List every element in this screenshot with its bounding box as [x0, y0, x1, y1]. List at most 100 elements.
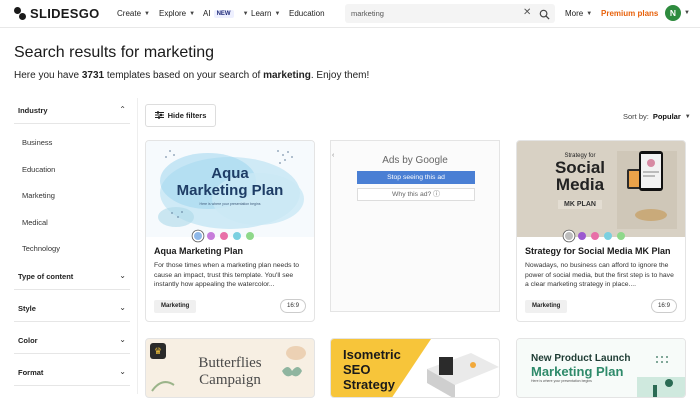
template-card-butterflies-campaign[interactable]: ♛ Butterflies Campaign	[145, 338, 315, 398]
nav-education[interactable]: Education	[289, 9, 325, 18]
search-input[interactable]	[351, 7, 511, 20]
swatch-pink[interactable]	[591, 232, 599, 240]
filter-color[interactable]: Color ⌄	[14, 328, 130, 354]
thumbnail-title-line1: New Product Launch	[531, 353, 631, 364]
filter-option-education[interactable]: Education	[22, 165, 55, 174]
search-bar: ✕	[345, 4, 555, 23]
why-this-ad-button[interactable]: Why this ad? ⓘ	[357, 188, 475, 201]
sort-value: Popular	[652, 112, 681, 121]
template-thumbnail[interactable]: Strategy for Social Media MK PLAN	[517, 141, 685, 237]
swatch-cyan[interactable]	[604, 232, 612, 240]
thumbnail-badge: MK PLAN	[558, 200, 602, 209]
thumbnail-title-line3: Strategy	[343, 377, 396, 392]
sort-label: Sort by:	[623, 112, 649, 121]
nav-label: More	[565, 9, 584, 18]
chevron-down-icon: ⌄	[119, 367, 126, 376]
nav-learn[interactable]: Learn ▼	[251, 9, 280, 18]
color-swatches	[194, 232, 254, 240]
filter-label: Format	[18, 368, 44, 377]
filter-option-business[interactable]: Business	[22, 138, 52, 147]
new-badge: NEW	[213, 9, 234, 18]
swatch-cyan[interactable]	[233, 232, 241, 240]
thumbnail-title-line2: Marketing Plan	[531, 364, 624, 379]
template-description: For those times when a marketing plan ne…	[154, 262, 300, 289]
chevron-down-icon: ⌄	[119, 303, 126, 312]
thumbnail-title-line2: Media	[555, 175, 605, 194]
swatch-pink[interactable]	[220, 232, 228, 240]
nav-label: Learn	[251, 9, 272, 18]
user-avatar[interactable]: N	[665, 5, 681, 21]
sort-dropdown[interactable]: Sort by: Popular ▼	[623, 112, 691, 121]
category-tag[interactable]: Marketing	[154, 300, 197, 313]
chevron-up-icon: ⌃	[119, 105, 126, 114]
hide-filters-button[interactable]: Hide filters	[145, 104, 216, 127]
nav-label: Explore	[159, 9, 187, 18]
filter-industry-header[interactable]: Industry ⌃	[14, 98, 130, 124]
slidesgo-logo-icon	[14, 6, 26, 21]
top-navigation-bar: SLIDESGO Create ▼ Explore ▼ AI NEW ▼ Lea…	[0, 0, 700, 28]
chevron-down-icon: ▼	[242, 10, 249, 17]
nav-explore[interactable]: Explore ▼	[159, 9, 195, 18]
ad-title: Ads by Google	[382, 155, 448, 166]
stop-seeing-ad-button[interactable]: Stop seeing this ad	[357, 171, 475, 184]
premium-plans-link[interactable]: Premium plans	[601, 9, 658, 18]
template-card-new-product-launch[interactable]: New Product Launch Marketing Plan Here i…	[516, 338, 686, 398]
swatch-gray[interactable]	[565, 232, 573, 240]
filter-option-marketing[interactable]: Marketing	[22, 191, 55, 200]
category-tag[interactable]: Marketing	[525, 300, 568, 313]
swatch-purple[interactable]	[578, 232, 586, 240]
swatch-green[interactable]	[617, 232, 625, 240]
thumbnail-title-line2: Marketing Plan	[176, 182, 284, 199]
slidesgo-logo[interactable]: SLIDESGO	[14, 6, 100, 21]
summary-prefix: Here you have	[14, 70, 80, 81]
nav-ai[interactable]: AI NEW ▼	[203, 9, 249, 18]
results-summary: Here you have 3731 templates based on yo…	[14, 70, 369, 81]
nav-more[interactable]: More ▼	[565, 9, 592, 18]
thumbnail-subtitle: Here is where your presentation begins	[531, 379, 592, 383]
template-thumbnail[interactable]: Aqua Marketing Plan Here is where your p…	[146, 141, 314, 237]
aspect-ratio-badge: 16:9	[280, 299, 306, 313]
filter-label: Industry	[18, 106, 48, 115]
template-card-social-media-mk-plan[interactable]: Strategy for Social Media MK PLAN Strate…	[516, 140, 686, 322]
template-card-isometric-seo-strategy[interactable]: Isometric SEO Strategy	[330, 338, 500, 398]
chevron-down-icon: ⌄	[119, 335, 126, 344]
thumbnail-title-line2: SEO	[343, 362, 371, 377]
filter-option-technology[interactable]: Technology	[22, 244, 60, 253]
swatch-green[interactable]	[246, 232, 254, 240]
template-title[interactable]: Aqua Marketing Plan	[154, 246, 243, 256]
filter-option-medical[interactable]: Medical	[22, 218, 48, 227]
filter-format[interactable]: Format ⌄	[14, 360, 130, 386]
filter-type-of-content[interactable]: Type of content ⌄	[14, 264, 130, 290]
template-card-aqua-marketing-plan[interactable]: Aqua Marketing Plan Here is where your p…	[145, 140, 315, 322]
template-title[interactable]: Strategy for Social Media MK Plan	[525, 246, 671, 256]
clear-search-icon[interactable]: ✕	[523, 7, 531, 18]
thumbnail-title-line1: Aqua	[211, 165, 249, 182]
chevron-down-icon: ▼	[144, 10, 150, 17]
chevron-down-icon: ▼	[274, 10, 281, 17]
filter-style[interactable]: Style ⌄	[14, 296, 130, 322]
thumbnail-title-line1: Social	[554, 158, 606, 177]
aspect-ratio-badge: 16:9	[651, 299, 677, 313]
result-count: 3731	[81, 70, 105, 81]
page-title: Search results for marketing	[14, 44, 215, 61]
chevron-down-icon[interactable]: ▼	[684, 10, 690, 16]
nav-label: AI	[203, 9, 211, 18]
filter-label: Style	[18, 304, 36, 313]
thumbnail-subtitle: Here is where your presentation begins	[199, 202, 261, 206]
nav-create[interactable]: Create ▼	[117, 9, 150, 18]
nav-label: Create	[117, 9, 142, 18]
filter-label: Color	[18, 336, 38, 345]
hide-filters-label: Hide filters	[167, 111, 207, 120]
google-ad-panel: ‹ Ads by Google Stop seeing this ad Why …	[330, 140, 500, 312]
search-query: marketing	[263, 70, 311, 81]
swatch-purple[interactable]	[207, 232, 215, 240]
color-swatches	[565, 232, 625, 240]
search-icon[interactable]	[539, 7, 551, 20]
swatch-blue[interactable]	[194, 232, 202, 240]
chevron-down-icon: ▼	[586, 10, 593, 17]
chevron-down-icon: ▼	[189, 10, 196, 17]
summary-suffix: . Enjoy them!	[310, 70, 370, 81]
thumbnail-title-line2: Campaign	[199, 372, 261, 388]
thumbnail-title-line1: Butterflies	[198, 355, 262, 371]
chevron-down-icon: ⌄	[119, 271, 126, 280]
